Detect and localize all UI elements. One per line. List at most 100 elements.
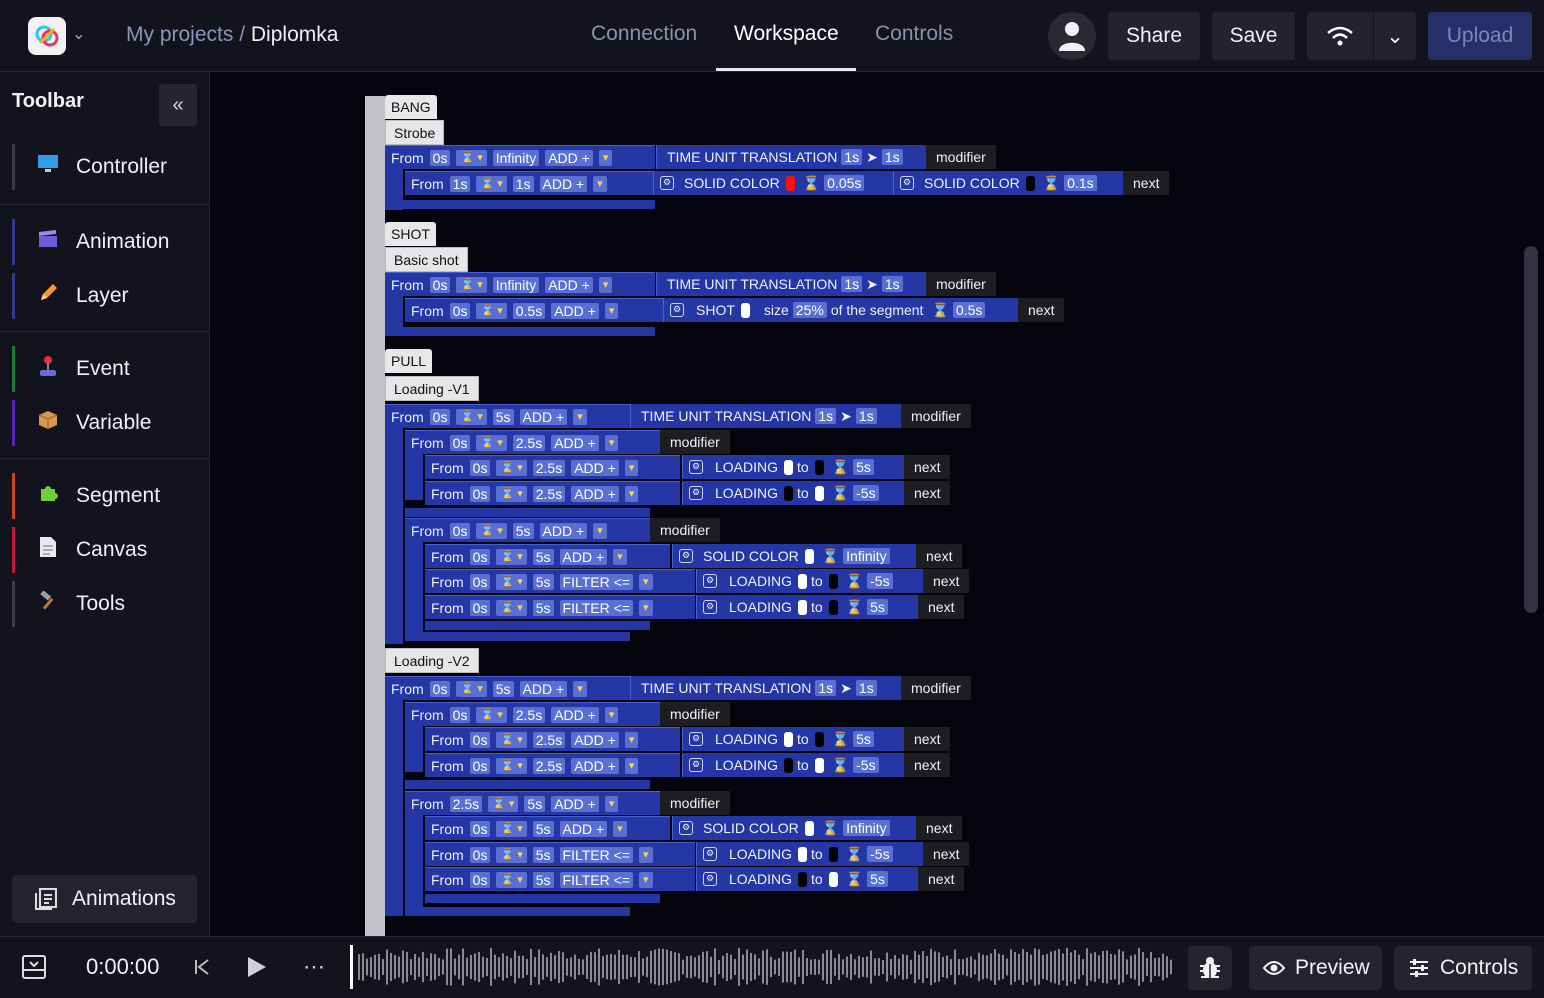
- time-block[interactable]: From 0s ⌛ ▾ 2.5s ADD + ▾: [425, 455, 680, 479]
- solid-color-block[interactable]: ⚙ SOLID COLOR ⌛ 0.1s: [893, 171, 1123, 195]
- animations-button[interactable]: Animations: [12, 875, 197, 923]
- shot-block[interactable]: ⚙ SHOT size 25% of the segment ⌛ 0.5s: [663, 298, 1018, 322]
- next-block[interactable]: next: [1018, 298, 1065, 322]
- animation-label-strobe[interactable]: Strobe: [385, 120, 445, 145]
- sidebar-item-tools[interactable]: Tools: [12, 581, 202, 627]
- play-icon[interactable]: [234, 947, 278, 987]
- sidebar-item-layer[interactable]: Layer: [12, 273, 202, 319]
- sidebar-item-event[interactable]: Event: [12, 346, 202, 392]
- collapse-sidebar-button[interactable]: «: [159, 84, 197, 126]
- waveform-bar: [750, 952, 752, 982]
- debug-bug-icon[interactable]: [1188, 946, 1232, 990]
- time-block[interactable]: From 0s ⌛ ▾ 2.5s ADD + ▾: [405, 702, 660, 726]
- waveform-bar: [1086, 948, 1088, 986]
- more-options-icon[interactable]: ⋯: [292, 947, 336, 987]
- tab-controls[interactable]: Controls: [875, 22, 953, 46]
- time-unit-translation-block[interactable]: TIME UNIT TRANSLATION 1s ➤ 1s: [656, 145, 926, 169]
- time-unit-translation-block[interactable]: TIME UNIT TRANSLATION 1s ➤ 1s: [630, 404, 901, 428]
- audio-waveform[interactable]: [350, 945, 1176, 989]
- time-block[interactable]: From 2.5s ⌛ ▾ 5s ADD + ▾: [405, 791, 660, 815]
- blocks-workspace[interactable]: BANG Strobe From 0s ⌛ ▾ Infinity ADD + ▾ TIME…: [210, 72, 1544, 936]
- loading-block[interactable]: ⚙ LOADING to ⌛ 5s: [696, 595, 918, 619]
- time-block[interactable]: From 0s ⌛ ▾ Infinity ADD + ▾: [385, 145, 655, 169]
- solid-color-block[interactable]: ⚙ SOLID COLOR ⌛ 0.05s: [653, 171, 893, 195]
- next-block[interactable]: next: [904, 481, 951, 505]
- sidebar-item-label: Event: [76, 357, 130, 380]
- next-block[interactable]: next: [916, 544, 963, 568]
- time-block[interactable]: From 0s ⌛ ▾ 2.5s ADD + ▾: [425, 481, 680, 505]
- app-logo-icon[interactable]: [28, 17, 66, 55]
- time-block[interactable]: From 0s ⌛ ▾ 5s ADD + ▾: [425, 816, 670, 840]
- time-block[interactable]: From 0s ⌛ ▾ 2.5s ADD + ▾: [425, 727, 680, 751]
- sidebar-item-animation[interactable]: Animation: [12, 219, 202, 265]
- time-block[interactable]: From 0s ⌛ ▾ 5s ADD + ▾: [385, 404, 630, 428]
- loading-block[interactable]: ⚙ LOADING to ⌛ -5s: [696, 842, 923, 866]
- next-block[interactable]: next: [904, 455, 951, 479]
- next-block[interactable]: next: [918, 867, 965, 891]
- toggle-panel-icon[interactable]: [12, 947, 56, 987]
- time-block[interactable]: From 0s ⌛ ▾ 5s ADD + ▾: [385, 676, 630, 700]
- time-block[interactable]: From 0s ⌛ ▾ 5s FILTER <= ▾: [425, 867, 695, 891]
- next-block[interactable]: next: [916, 816, 963, 840]
- next-block[interactable]: next: [904, 727, 951, 751]
- loading-block[interactable]: ⚙ LOADING to ⌛ -5s: [682, 481, 904, 505]
- time-block[interactable]: From 0s ⌛ ▾ 5s FILTER <= ▾: [425, 595, 695, 619]
- skip-to-start-icon[interactable]: [180, 947, 224, 987]
- modifier-block[interactable]: modifier: [660, 791, 730, 815]
- time-block[interactable]: From 0s ⌛ ▾ 0.5s ADD + ▾: [405, 298, 663, 322]
- time-block[interactable]: From 1s ⌛ ▾ 1s ADD + ▾: [405, 171, 653, 195]
- app-menu-chevron-icon[interactable]: ⌄: [72, 24, 85, 44]
- sidebar-item-segment[interactable]: Segment: [12, 473, 202, 519]
- time-unit-translation-block[interactable]: TIME UNIT TRANSLATION 1s ➤ 1s: [656, 272, 926, 296]
- time-block[interactable]: From 0s ⌛ ▾ 5s FILTER <= ▾: [425, 842, 695, 866]
- controls-button[interactable]: Controls: [1394, 946, 1532, 990]
- time-block[interactable]: From 0s ⌛ ▾ 5s FILTER <= ▾: [425, 569, 695, 593]
- next-block[interactable]: next: [904, 753, 951, 777]
- next-block[interactable]: next: [923, 842, 970, 866]
- waveform-bar: [1114, 954, 1116, 980]
- modifier-block[interactable]: modifier: [650, 518, 720, 542]
- loading-block[interactable]: ⚙ LOADING to ⌛ 5s: [696, 867, 918, 891]
- time-block[interactable]: From 0s ⌛ ▾ 5s ADD + ▾: [405, 518, 650, 542]
- sidebar-item-variable[interactable]: Variable: [12, 400, 202, 446]
- sidebar-item-controller[interactable]: Controller: [12, 144, 202, 190]
- share-button[interactable]: Share: [1108, 12, 1200, 60]
- animation-label-basic-shot[interactable]: Basic shot: [385, 247, 468, 272]
- breadcrumb-root[interactable]: My projects: [126, 23, 233, 46]
- category-color-bar: [12, 473, 15, 519]
- connection-dropdown-chevron-icon[interactable]: ⌄: [1374, 12, 1416, 60]
- tab-connection[interactable]: Connection: [591, 22, 697, 46]
- modifier-block[interactable]: modifier: [901, 404, 971, 428]
- next-block[interactable]: next: [918, 595, 965, 619]
- time-unit-translation-block[interactable]: TIME UNIT TRANSLATION 1s ➤ 1s: [630, 676, 901, 700]
- loading-block[interactable]: ⚙ LOADING to ⌛ -5s: [696, 569, 923, 593]
- next-block[interactable]: next: [923, 569, 970, 593]
- modifier-block[interactable]: modifier: [926, 272, 996, 296]
- modifier-block[interactable]: modifier: [660, 430, 730, 454]
- modifier-block[interactable]: modifier: [660, 702, 730, 726]
- time-block[interactable]: From 0s ⌛ ▾ 2.5s ADD + ▾: [405, 430, 660, 454]
- time-block[interactable]: From 0s ⌛ ▾ 2.5s ADD + ▾: [425, 753, 680, 777]
- preview-button[interactable]: Preview: [1249, 946, 1382, 990]
- save-button[interactable]: Save: [1212, 12, 1295, 60]
- solid-color-block[interactable]: ⚙ SOLID COLOR ⌛ Infinity: [672, 816, 916, 840]
- waveform-bar: [626, 954, 628, 980]
- modifier-block[interactable]: modifier: [926, 145, 996, 169]
- workspace-scrollbar[interactable]: [1524, 246, 1538, 613]
- user-avatar-icon[interactable]: [1048, 12, 1096, 60]
- wifi-connect-button[interactable]: [1307, 12, 1373, 60]
- modifier-block[interactable]: modifier: [901, 676, 971, 700]
- sidebar-item-label: Canvas: [76, 538, 148, 561]
- time-block[interactable]: From 0s ⌛ ▾ 5s ADD + ▾: [425, 544, 670, 568]
- animation-label-loading-v2[interactable]: Loading -V2: [385, 648, 479, 673]
- tab-workspace[interactable]: Workspace: [734, 22, 839, 46]
- loading-block[interactable]: ⚙ LOADING to ⌛ 5s: [682, 727, 904, 751]
- solid-color-block[interactable]: ⚙ SOLID COLOR ⌛ Infinity: [672, 544, 916, 568]
- next-block[interactable]: next: [1123, 171, 1170, 195]
- upload-button[interactable]: Upload: [1428, 12, 1532, 60]
- loading-block[interactable]: ⚙ LOADING to ⌛ -5s: [682, 753, 904, 777]
- loading-block[interactable]: ⚙ LOADING to ⌛ 5s: [682, 455, 904, 479]
- animation-label-loading-v1[interactable]: Loading -V1: [385, 376, 479, 401]
- sidebar-item-canvas[interactable]: Canvas: [12, 527, 202, 573]
- time-block[interactable]: From 0s ⌛ ▾ Infinity ADD + ▾: [385, 272, 655, 296]
